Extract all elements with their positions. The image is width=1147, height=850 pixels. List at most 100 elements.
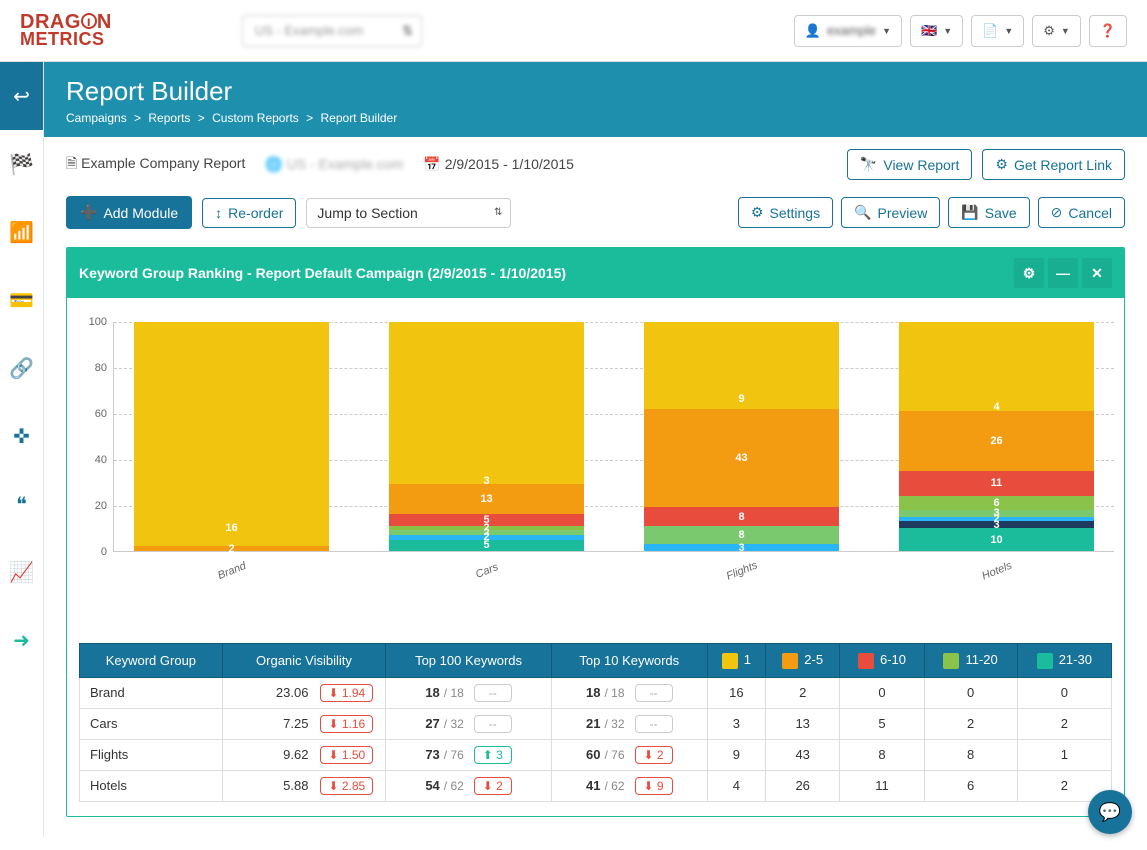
- breadcrumb-item[interactable]: Custom Reports: [212, 111, 299, 125]
- sort-icon: ↕: [215, 205, 222, 221]
- cell-r3: 5: [840, 708, 924, 739]
- language-menu[interactable]: 🇬🇧 ▼: [910, 15, 963, 47]
- th-organic-visibility[interactable]: Organic Visibility: [222, 644, 385, 678]
- bar-segment: 9: [644, 388, 839, 409]
- sidebar-links[interactable]: 🔗: [0, 334, 43, 402]
- cell-r2: 43: [766, 739, 840, 770]
- cell-r4: 0: [924, 677, 1017, 708]
- chart-y-axis: 100806040200: [77, 322, 113, 598]
- th-rank-21-30[interactable]: 21-30: [1017, 644, 1111, 678]
- cancel-button[interactable]: ⊘Cancel: [1038, 197, 1125, 228]
- date-range: 📅 2/9/2015 - 1/10/2015: [423, 156, 574, 173]
- sidebar-reports[interactable]: 💳: [0, 266, 43, 334]
- delta-pill: ⬇ 1.50: [320, 746, 373, 764]
- delta-pill: ⬆ 3: [474, 746, 512, 764]
- user-menu[interactable]: 👤 example ▼: [794, 15, 902, 47]
- logo-text: METRICS: [20, 31, 112, 47]
- caret-down-icon: ▼: [882, 26, 891, 36]
- delta-pill: ⬇ 1.94: [320, 684, 373, 702]
- delta-pill: ⬇ 2.85: [320, 777, 373, 795]
- breadcrumb-item[interactable]: Reports: [148, 111, 190, 125]
- settings-button[interactable]: ⚙Settings: [738, 197, 833, 228]
- cell-r1: 3: [707, 708, 765, 739]
- caret-down-icon: ▼: [943, 26, 952, 36]
- report-name: 🗎 Example Company Report: [66, 153, 245, 177]
- settings-menu[interactable]: ⚙▼: [1032, 15, 1081, 47]
- delta-pill: --: [635, 684, 673, 702]
- cancel-icon: ⊘: [1051, 204, 1063, 221]
- binoculars-icon: 🔭: [860, 156, 877, 173]
- jump-to-section[interactable]: Jump to Section⇅: [306, 198, 511, 228]
- breadcrumb-item[interactable]: Campaigns: [66, 111, 127, 125]
- cell-r3: 0: [840, 677, 924, 708]
- logo: DRAGıN METRICS: [20, 13, 112, 47]
- help-fab[interactable]: 💬: [1088, 790, 1132, 834]
- delta-pill: ⬇ 9: [635, 777, 673, 795]
- bar-segment: 2: [134, 546, 329, 551]
- site-selector[interactable]: US - Example.com ⇅: [242, 15, 422, 47]
- site-name: 🌐 US - Example.com: [265, 156, 403, 173]
- docs-button[interactable]: 📄▼: [971, 15, 1024, 47]
- flag-icon: 🇬🇧: [921, 23, 937, 39]
- th-rank-2-5[interactable]: 2-5: [766, 644, 840, 678]
- bar-brand: 216Brand: [134, 322, 329, 551]
- preview-button[interactable]: 🔍Preview: [841, 197, 940, 228]
- bar-segment: 3: [644, 544, 839, 551]
- cell-name: Hotels: [80, 770, 223, 801]
- view-report-button[interactable]: 🔭View Report: [847, 149, 972, 180]
- table-row: Flights 9.62⬇ 1.50 73 / 76⬆ 3 60 / 76⬇ 2…: [80, 739, 1112, 770]
- sidebar: ↩ 🏁 📶 💳 🔗 ✜ ❝ 📈 ➜: [0, 62, 44, 837]
- cell-r1: 4: [707, 770, 765, 801]
- cell-t10: 18 / 18 --: [551, 677, 707, 708]
- chat-icon: 💬: [1099, 802, 1121, 823]
- sidebar-quotes[interactable]: ❝: [0, 470, 43, 538]
- link-icon: ⚙: [995, 156, 1008, 173]
- th-top10[interactable]: Top 10 Keywords: [551, 644, 707, 678]
- cell-r5: 1: [1017, 739, 1111, 770]
- chevron-updown-icon: ⇅: [402, 23, 413, 39]
- delta-pill: --: [474, 715, 512, 733]
- add-module-button[interactable]: ➕Add Module: [66, 196, 192, 229]
- get-report-link-button[interactable]: ⚙Get Report Link: [982, 149, 1125, 180]
- th-keyword-group[interactable]: Keyword Group: [80, 644, 223, 678]
- sidebar-analytics[interactable]: 📈: [0, 538, 43, 606]
- back-button[interactable]: ↩: [0, 62, 43, 130]
- gauge-icon: 🏁: [9, 152, 34, 177]
- close-icon: ✕: [1091, 265, 1103, 282]
- bar-segment: 11: [899, 471, 1094, 496]
- reorder-button[interactable]: ↕Re-order: [202, 198, 296, 228]
- cell-r4: 8: [924, 739, 1017, 770]
- sidebar-dashboard[interactable]: 🏁: [0, 130, 43, 198]
- cell-t10: 21 / 32 --: [551, 708, 707, 739]
- module-settings-button[interactable]: ⚙: [1014, 258, 1044, 288]
- bar-segment: 13: [389, 484, 584, 514]
- sidebar-go[interactable]: ➜: [0, 606, 43, 674]
- th-top100[interactable]: Top 100 Keywords: [386, 644, 552, 678]
- th-rank-11-20[interactable]: 11-20: [924, 644, 1017, 678]
- cell-t10: 60 / 76⬇ 2: [551, 739, 707, 770]
- module-close-button[interactable]: ✕: [1082, 258, 1112, 288]
- module-keyword-group-ranking: Keyword Group Ranking - Report Default C…: [66, 247, 1125, 817]
- sidebar-rankings[interactable]: 📶: [0, 198, 43, 266]
- th-rank-1[interactable]: 1: [707, 644, 765, 678]
- delta-pill: --: [474, 684, 512, 702]
- save-icon: 💾: [961, 204, 978, 221]
- delta-pill: --: [635, 715, 673, 733]
- bar-segment: 10: [899, 528, 1094, 551]
- bar-segment: 5: [389, 540, 584, 552]
- sidebar-target[interactable]: ✜: [0, 402, 43, 470]
- cell-t100: 18 / 18 --: [386, 677, 552, 708]
- gear-icon: ⚙: [1023, 265, 1036, 282]
- th-rank-6-10[interactable]: 6-10: [840, 644, 924, 678]
- globe-icon: 🌐: [265, 156, 282, 172]
- link-icon: 🔗: [9, 356, 34, 381]
- help-button[interactable]: ❓: [1089, 15, 1127, 47]
- site-selector-label: US - Example.com: [255, 23, 363, 38]
- bar-segment: 8: [644, 507, 839, 525]
- module-collapse-button[interactable]: —: [1048, 258, 1078, 288]
- user-icon: 👤: [805, 23, 821, 39]
- bars-icon: 📶: [9, 220, 34, 245]
- gear-icon: ⚙: [751, 204, 764, 221]
- save-button[interactable]: 💾Save: [948, 197, 1029, 228]
- cell-name: Brand: [80, 677, 223, 708]
